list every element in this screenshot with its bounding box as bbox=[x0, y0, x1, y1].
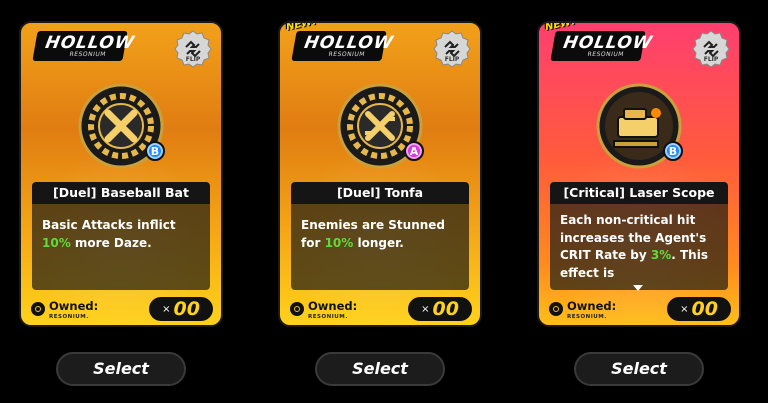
resonium-card-baseball-bat[interactable]: HOLLOW RESONIUM FLIP B [Duel] Baseball B… bbox=[19, 21, 223, 327]
resonium-name: [Duel] Tonfa bbox=[291, 182, 469, 204]
rank-b-badge: B bbox=[145, 141, 165, 161]
resonium-description: Each non-critical hit increases the Agen… bbox=[550, 204, 728, 290]
owned-sub-label: RESONIUM. bbox=[567, 314, 607, 320]
flip-icon[interactable]: FLIP bbox=[691, 29, 731, 69]
owned-count: × 00 bbox=[408, 297, 472, 321]
select-button-baseball-bat[interactable]: Select bbox=[56, 352, 186, 386]
owned-label: Owned: bbox=[567, 299, 617, 313]
owned-count: × 00 bbox=[667, 297, 731, 321]
owned-sub-label: RESONIUM. bbox=[308, 314, 348, 320]
hollow-resonium-logo: HOLLOW RESONIUM bbox=[291, 31, 395, 61]
hollow-resonium-logo: HOLLOW RESONIUM bbox=[550, 31, 654, 61]
resonium-name: [Duel] Baseball Bat bbox=[32, 182, 210, 204]
scroll-down-arrow-icon[interactable] bbox=[633, 285, 643, 291]
flip-icon[interactable]: FLIP bbox=[432, 29, 472, 69]
resonium-card-tonfa[interactable]: HOLLOW RESONIUM NEW! FLIP A [Duel] Tonfa… bbox=[278, 21, 482, 327]
resonium-name: [Critical] Laser Scope bbox=[550, 182, 728, 204]
select-button-laser-scope[interactable]: Select bbox=[574, 352, 704, 386]
flip-icon[interactable]: FLIP bbox=[173, 29, 213, 69]
owned-sub-label: RESONIUM. bbox=[49, 314, 89, 320]
resonium-description: Enemies are Stunned for 10% longer. bbox=[291, 204, 469, 290]
resonium-owned-icon bbox=[549, 302, 563, 316]
hollow-resonium-logo: HOLLOW RESONIUM bbox=[32, 31, 136, 61]
owned-label: Owned: bbox=[308, 299, 358, 313]
resonium-card-laser-scope[interactable]: HOLLOW RESONIUM NEW! FLIP B [Critical] L… bbox=[537, 21, 741, 327]
owned-label: Owned: bbox=[49, 299, 99, 313]
rank-b-badge: B bbox=[663, 141, 683, 161]
resonium-description: Basic Attacks inflict 10% more Daze. bbox=[32, 204, 210, 290]
resonium-owned-icon bbox=[290, 302, 304, 316]
rank-a-badge: A bbox=[404, 141, 424, 161]
resonium-owned-icon bbox=[31, 302, 45, 316]
owned-count: × 00 bbox=[149, 297, 213, 321]
select-button-tonfa[interactable]: Select bbox=[315, 352, 445, 386]
